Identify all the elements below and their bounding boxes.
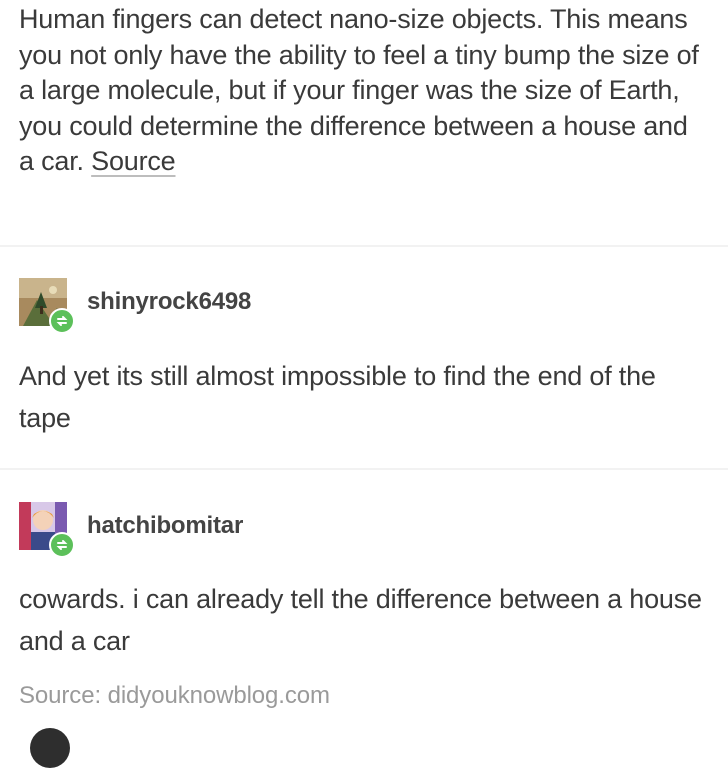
reblog-username[interactable]: shinyrock6498 bbox=[87, 288, 251, 316]
reblog-text: cowards. i can already tell the differen… bbox=[19, 584, 702, 656]
reblog-badge-icon bbox=[49, 532, 75, 558]
source-link[interactable]: Source bbox=[91, 146, 176, 176]
reblog-username[interactable]: hatchibomitar bbox=[87, 512, 243, 540]
avatar[interactable] bbox=[19, 278, 75, 334]
reblog-text: And yet its still almost impossible to f… bbox=[19, 361, 656, 433]
partial-avatar-icon bbox=[30, 728, 70, 768]
reblog-divider bbox=[0, 468, 728, 470]
post-divider bbox=[0, 245, 728, 247]
reblog-badge-icon bbox=[49, 308, 75, 334]
original-post-text: Human fingers can detect nano-size objec… bbox=[19, 2, 709, 180]
avatar[interactable] bbox=[19, 502, 75, 558]
source-footer[interactable]: Source: didyouknowblog.com bbox=[19, 682, 330, 710]
original-post: Human fingers can detect nano-size objec… bbox=[0, 0, 728, 245]
